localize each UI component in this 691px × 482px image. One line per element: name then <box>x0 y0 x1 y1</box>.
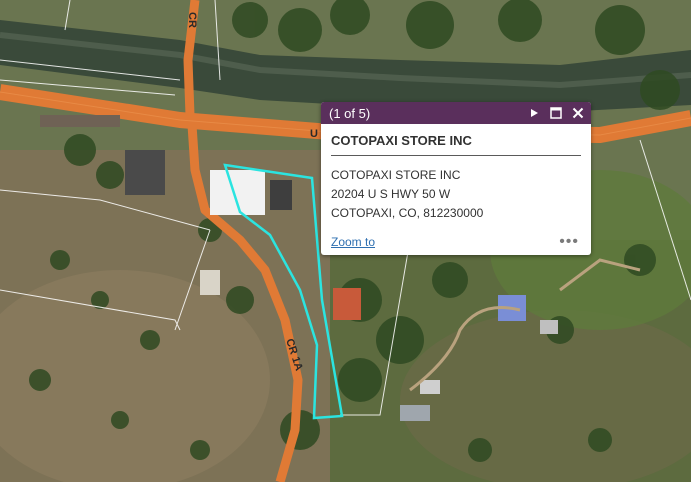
zoom-to-link[interactable]: Zoom to <box>331 235 375 249</box>
popup-owner-line: COTOPAXI STORE INC <box>331 168 461 182</box>
play-icon[interactable] <box>527 106 541 120</box>
road-label-cr-top: CR <box>186 12 198 28</box>
popup-body: COTOPAXI STORE INC COTOPAXI STORE INC 20… <box>321 124 591 223</box>
popup-header: (1 of 5) <box>321 102 591 124</box>
popup-city-line: COTOPAXI, CO, 812230000 <box>331 206 484 220</box>
feature-popup: (1 of 5) COTOPAXI STORE INC COTOPAXI STO… <box>321 102 591 255</box>
close-icon[interactable] <box>571 106 585 120</box>
popup-title: COTOPAXI STORE INC <box>331 133 581 156</box>
popup-pager: (1 of 5) <box>329 105 371 121</box>
more-options-icon[interactable]: ••• <box>559 234 579 250</box>
popup-address-line: 20204 U S HWY 50 W <box>331 187 451 201</box>
popup-details: COTOPAXI STORE INC 20204 U S HWY 50 W CO… <box>331 166 581 223</box>
popup-controls <box>527 106 585 120</box>
road-label-highway: U <box>310 128 318 140</box>
maximize-icon[interactable] <box>549 106 563 120</box>
popup-footer: Zoom to ••• <box>331 234 579 250</box>
